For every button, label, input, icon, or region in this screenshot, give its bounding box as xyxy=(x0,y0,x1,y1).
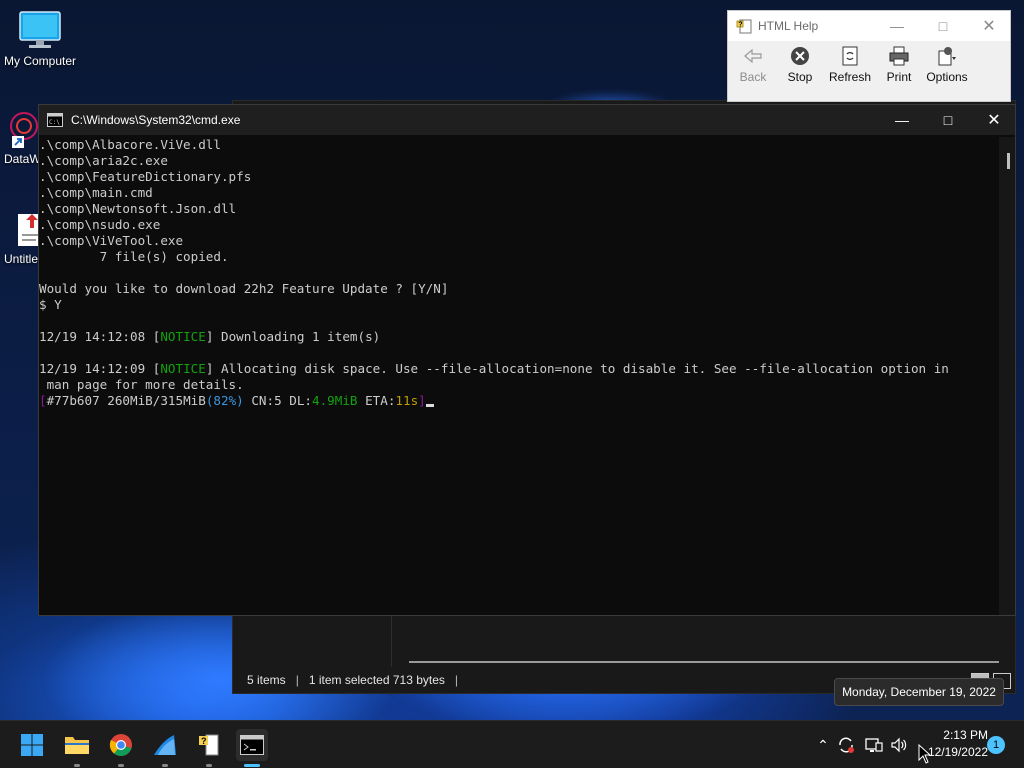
output-line: 7 file(s) copied. xyxy=(39,249,229,264)
back-button[interactable]: Back xyxy=(728,43,778,84)
text-cursor xyxy=(425,404,434,407)
date-tooltip: Monday, December 19, 2022 xyxy=(834,678,1004,706)
output-line: $ Y xyxy=(39,297,62,312)
running-indicator xyxy=(162,764,168,767)
cmd-window[interactable]: C:\ C:\Windows\System32\cmd.exe — □ ✕ .\… xyxy=(38,104,1016,616)
svg-text:?: ? xyxy=(738,21,742,28)
output-line: ​ xyxy=(39,313,1001,329)
refresh-button[interactable]: Refresh xyxy=(825,43,875,84)
close-button[interactable]: ✕ xyxy=(966,11,1012,41)
cmd-icon: C:\ xyxy=(47,113,63,127)
close-button[interactable]: ✕ xyxy=(971,105,1017,135)
scrollbar-thumb[interactable] xyxy=(1007,153,1010,169)
status-separator: | xyxy=(295,673,299,687)
running-indicator xyxy=(206,764,212,767)
options-icon xyxy=(938,47,956,66)
svg-text:C:\: C:\ xyxy=(49,119,60,126)
stop-button[interactable]: Stop xyxy=(775,43,825,84)
output-line: .\comp\Newtonsoft.Json.dll xyxy=(39,201,237,216)
printer-icon xyxy=(889,46,909,66)
mouse-pointer-icon xyxy=(918,744,932,764)
output-line: .\comp\ViVeTool.exe xyxy=(39,233,184,248)
taskbar-file-explorer[interactable] xyxy=(61,729,93,767)
taskbar: ? ⌃ 2:13 PM 12/19/2022 1 xyxy=(0,720,1024,768)
output-line: .\comp\aria2c.exe xyxy=(39,153,168,168)
output-line: Would you like to download 22h2 Feature … xyxy=(39,281,449,296)
app-shortcut-icon xyxy=(10,112,38,148)
help-icon: ? xyxy=(199,734,219,756)
print-button[interactable]: Print xyxy=(874,43,924,84)
horizontal-scrollbar[interactable] xyxy=(409,661,999,663)
output-line: ​ xyxy=(39,345,1001,361)
maximize-button[interactable]: □ xyxy=(925,105,971,135)
output-line: .\comp\main.cmd xyxy=(39,185,153,200)
taskbar-app-wave[interactable] xyxy=(149,729,181,767)
show-hidden-icons-chevron-up-icon[interactable]: ⌃ xyxy=(813,735,833,755)
wave-app-icon xyxy=(154,735,176,755)
chrome-icon xyxy=(109,734,132,756)
output-line: .\comp\FeatureDictionary.pfs xyxy=(39,169,252,184)
window-title: C:\Windows\System32\cmd.exe xyxy=(71,113,241,127)
options-button[interactable]: Options xyxy=(922,43,972,84)
sync-icon[interactable] xyxy=(836,735,856,755)
refresh-icon xyxy=(842,46,858,66)
back-arrow-icon xyxy=(744,48,762,64)
vertical-scrollbar[interactable] xyxy=(999,137,1015,615)
running-indicator xyxy=(74,764,80,767)
terminal-icon xyxy=(240,735,264,755)
minimize-button[interactable]: — xyxy=(874,11,920,41)
help-icon: ? xyxy=(736,19,752,34)
output-line: man page for more details. xyxy=(39,377,244,392)
download-progress-line: [#77b607 260MiB/315MiB(82%) CN:5 DL:4.9M… xyxy=(39,393,1001,409)
window-title: HTML Help xyxy=(758,19,819,33)
notification-badge[interactable]: 1 xyxy=(987,736,1005,754)
running-indicator xyxy=(118,764,124,767)
item-count: 5 items xyxy=(247,673,286,687)
network-icon[interactable] xyxy=(864,735,884,755)
taskbar-cmd[interactable] xyxy=(236,729,268,767)
html-help-window[interactable]: ? HTML Help — □ ✕ Back Stop Refresh Prin… xyxy=(727,10,1011,102)
output-line: .\comp\nsudo.exe xyxy=(39,217,161,232)
selection-info: 1 item selected 713 bytes xyxy=(308,673,445,687)
output-line: ​ xyxy=(39,265,1001,281)
notice-tag: NOTICE xyxy=(160,329,206,344)
minimize-button[interactable]: — xyxy=(879,105,925,135)
notice-tag: NOTICE xyxy=(160,361,206,376)
clock-time: 2:13 PM xyxy=(943,728,988,742)
notice-line: 12/19 14:12:08 [NOTICE] Downloading 1 it… xyxy=(39,329,381,344)
help-toolbar: Back Stop Refresh Print Options xyxy=(728,43,1010,93)
svg-text:?: ? xyxy=(201,736,207,746)
taskbar-chrome[interactable] xyxy=(105,729,137,767)
terminal-output[interactable]: .\comp\Albacore.ViVe.dll .\comp\aria2c.ex… xyxy=(39,137,1001,615)
start-button[interactable] xyxy=(16,729,48,761)
volume-icon[interactable] xyxy=(889,735,909,755)
notice-line: 12/19 14:12:09 [NOTICE] Allocating disk … xyxy=(39,361,949,376)
monitor-icon xyxy=(19,11,61,48)
stop-icon xyxy=(791,47,809,65)
folder-icon xyxy=(65,737,89,754)
taskbar-html-help[interactable]: ? xyxy=(193,729,225,767)
running-indicator xyxy=(244,764,260,767)
status-separator: | xyxy=(454,673,459,687)
windows-logo-icon xyxy=(21,734,43,756)
desktop-icon-my-computer[interactable]: My Computer xyxy=(0,10,80,68)
desktop-icon-label: My Computer xyxy=(3,54,77,68)
cmd-titlebar[interactable]: C:\ C:\Windows\System32\cmd.exe xyxy=(39,105,1015,135)
output-line: .\comp\Albacore.ViVe.dll xyxy=(39,137,221,152)
maximize-button[interactable]: □ xyxy=(920,11,966,41)
